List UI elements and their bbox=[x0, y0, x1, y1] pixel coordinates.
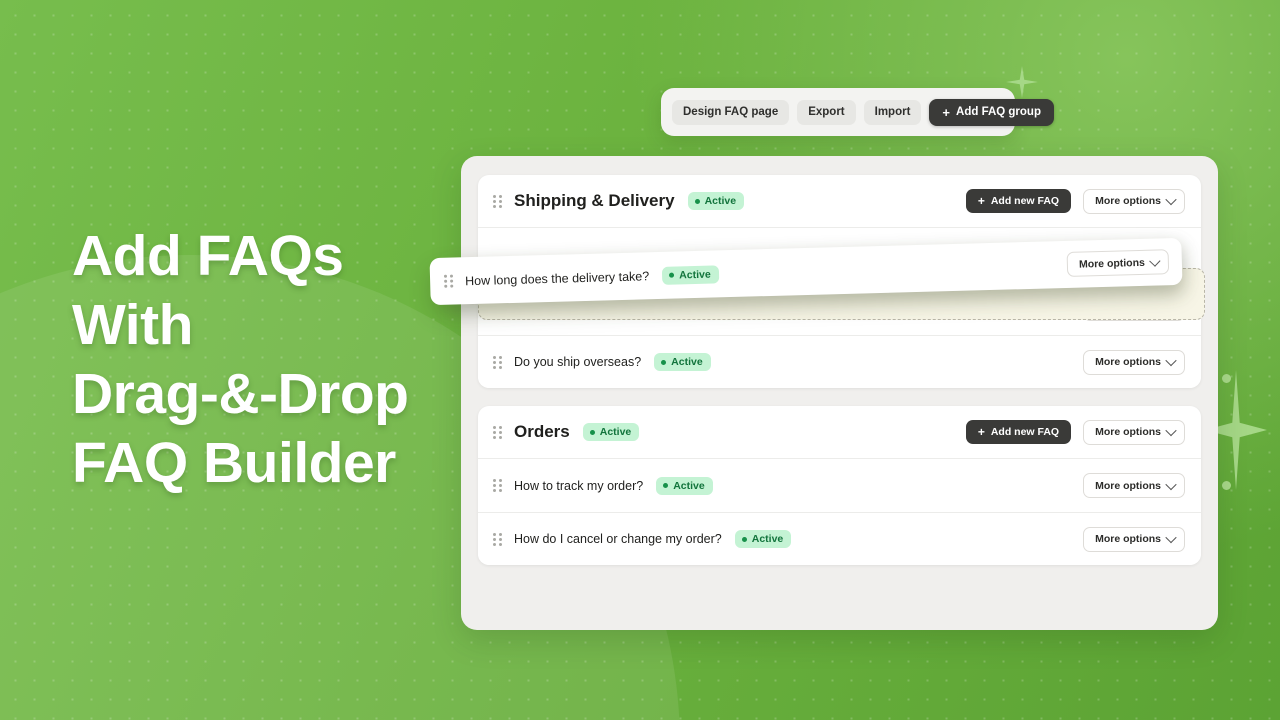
drag-handle-icon[interactable] bbox=[493, 355, 502, 369]
faq-row[interactable]: How to track my order? Active More optio… bbox=[478, 459, 1201, 512]
faq-question: Do you ship overseas? bbox=[514, 355, 642, 369]
add-new-faq-label: Add new FAQ bbox=[990, 426, 1060, 438]
plus-icon: + bbox=[977, 425, 985, 439]
faq-question: How long does the delivery take? bbox=[464, 268, 650, 288]
sparkle-dot-icon bbox=[1222, 374, 1231, 383]
chevron-down-icon bbox=[1165, 478, 1177, 490]
chevron-down-icon bbox=[1165, 531, 1177, 544]
more-options-label: More options bbox=[1095, 479, 1161, 492]
status-badge: Active bbox=[654, 353, 711, 371]
chevron-down-icon bbox=[1165, 354, 1177, 367]
status-badge-label: Active bbox=[679, 268, 711, 281]
chevron-down-icon bbox=[1165, 424, 1177, 437]
sparkle-dot-icon bbox=[1222, 481, 1231, 490]
more-options-button[interactable]: More options bbox=[1066, 249, 1170, 277]
more-options-button[interactable]: More options bbox=[1083, 188, 1185, 214]
export-button[interactable]: Export bbox=[797, 99, 856, 125]
export-label: Export bbox=[808, 106, 845, 118]
plus-icon: + bbox=[977, 194, 985, 208]
row-spacer bbox=[719, 265, 1055, 274]
status-dot-icon bbox=[589, 429, 595, 435]
faq-group-title: Shipping & Delivery bbox=[514, 191, 675, 210]
status-badge: Active bbox=[582, 423, 640, 441]
import-button[interactable]: Import bbox=[863, 99, 922, 125]
status-dot-icon bbox=[669, 272, 675, 278]
add-faq-group-label: Add FAQ group bbox=[956, 106, 1041, 118]
headline-line-4: FAQ Builder bbox=[72, 431, 396, 495]
drag-handle-icon[interactable] bbox=[493, 532, 502, 546]
more-options-label: More options bbox=[1095, 426, 1161, 438]
faq-question: How to track my order? bbox=[514, 478, 644, 493]
status-badge-label: Active bbox=[599, 426, 632, 438]
drag-handle-icon[interactable] bbox=[493, 194, 502, 208]
more-options-label: More options bbox=[1095, 356, 1161, 368]
more-options-label: More options bbox=[1095, 195, 1161, 207]
drag-handle-icon[interactable] bbox=[493, 479, 502, 492]
status-badge: Active bbox=[734, 530, 792, 548]
chevron-down-icon bbox=[1165, 193, 1177, 206]
add-new-faq-button[interactable]: + Add new FAQ bbox=[965, 420, 1072, 444]
add-faq-group-button[interactable]: + Add FAQ group bbox=[929, 98, 1054, 126]
plus-icon: + bbox=[942, 104, 951, 120]
page-title: Add FAQs With Drag-&-Drop FAQ Builder bbox=[72, 222, 472, 498]
status-badge: Active bbox=[687, 192, 745, 210]
import-label: Import bbox=[874, 106, 911, 118]
status-dot-icon bbox=[694, 198, 700, 204]
faq-toolbar: Design FAQ page Export Import + Add FAQ … bbox=[661, 88, 1054, 136]
more-options-button[interactable]: More options bbox=[1083, 419, 1185, 445]
status-badge-label: Active bbox=[751, 533, 784, 545]
faq-group-title: Orders bbox=[514, 422, 570, 441]
more-options-label: More options bbox=[1095, 533, 1161, 545]
add-new-faq-button[interactable]: + Add new FAQ bbox=[965, 189, 1072, 213]
more-options-button[interactable]: More options bbox=[1083, 349, 1185, 375]
status-badge: Active bbox=[656, 476, 713, 495]
headline-line-2: With bbox=[72, 293, 193, 357]
faq-group-header: Orders Active + Add new FAQ More options bbox=[478, 406, 1201, 459]
faq-group-card: Orders Active + Add new FAQ More options… bbox=[478, 406, 1201, 565]
design-faq-page-label: Design FAQ page bbox=[683, 106, 779, 118]
more-options-button[interactable]: More options bbox=[1083, 526, 1185, 552]
faq-group-header: Shipping & Delivery Active + Add new FAQ… bbox=[478, 175, 1201, 228]
headline-line-3: Drag-&-Drop bbox=[72, 362, 409, 426]
faq-row[interactable]: Do you ship overseas? Active More option… bbox=[478, 335, 1201, 388]
status-badge-label: Active bbox=[704, 195, 737, 207]
design-faq-page-button[interactable]: Design FAQ page bbox=[672, 99, 790, 125]
add-new-faq-label: Add new FAQ bbox=[990, 195, 1060, 207]
faq-question: How do I cancel or change my order? bbox=[514, 532, 722, 546]
status-badge-label: Active bbox=[673, 479, 705, 492]
drag-handle-icon[interactable] bbox=[493, 425, 502, 439]
headline-line-1: Add FAQs bbox=[72, 224, 344, 288]
chevron-down-icon bbox=[1149, 254, 1161, 267]
status-badge: Active bbox=[661, 264, 719, 285]
faq-row[interactable]: How do I cancel or change my order? Acti… bbox=[478, 512, 1201, 565]
drag-handle-icon[interactable] bbox=[443, 274, 454, 288]
status-badge-label: Active bbox=[671, 356, 703, 368]
more-options-button[interactable]: More options bbox=[1083, 473, 1185, 498]
status-dot-icon bbox=[741, 536, 747, 542]
status-dot-icon bbox=[663, 483, 669, 488]
status-dot-icon bbox=[661, 359, 667, 365]
faq-builder-panel: Shipping & Delivery Active + Add new FAQ… bbox=[461, 156, 1218, 630]
more-options-label: More options bbox=[1078, 256, 1146, 271]
